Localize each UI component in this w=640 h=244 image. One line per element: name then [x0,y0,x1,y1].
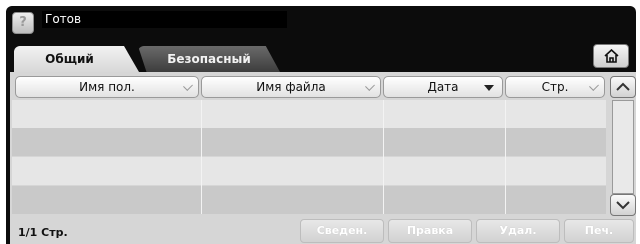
column-header-file-name[interactable]: Имя файла [201,76,381,98]
column-header-pages[interactable]: Стр. [505,76,605,98]
scroll-up-button[interactable] [610,76,636,98]
page-info: 1/1 Стр. [18,226,68,239]
chevron-down-icon [616,201,630,210]
help-button[interactable]: ? [12,12,34,34]
table-row[interactable] [12,186,606,214]
column-header-pages-label: Стр. [541,80,569,94]
tab-secure[interactable]: Безопасный [138,46,280,72]
file-list [12,100,606,214]
column-header-date[interactable]: Дата [383,76,503,98]
check-icon [365,81,375,91]
column-header-user-name[interactable]: Имя пол. [15,76,199,98]
column-divider [201,100,202,214]
tab-general-label: Общий [45,52,94,66]
file-list-area: Имя пол. Имя файла Дата Стр. 1/1 Стр. Св… [10,72,636,244]
chevron-up-icon [616,82,630,91]
table-row[interactable] [12,100,606,128]
check-icon [589,81,599,91]
check-icon [183,81,193,91]
sort-down-icon [484,85,494,91]
bottom-bar: 1/1 Стр. Сведен. Правка Удал. Печ. [10,218,636,244]
table-row[interactable] [12,128,606,156]
scrollbar[interactable] [610,76,636,216]
print-button[interactable]: Печ. [564,219,634,243]
column-divider [505,100,506,214]
column-header-date-label: Дата [427,80,459,94]
table-row[interactable] [12,157,606,185]
details-button[interactable]: Сведен. [300,219,384,243]
delete-button[interactable]: Удал. [476,219,560,243]
tab-general[interactable]: Общий [14,46,139,72]
home-button[interactable] [593,44,629,68]
scroll-track[interactable] [612,100,634,194]
column-header-file-name-label: Имя файла [256,80,326,94]
home-icon [604,49,619,63]
status-text: Готов [42,11,287,28]
scroll-down-button[interactable] [610,194,636,216]
tab-secure-label: Безопасный [167,52,251,66]
edit-button[interactable]: Правка [388,219,472,243]
column-divider [383,100,384,214]
document-box-panel: ? Готов Общий Безопасный Имя пол. Имя фа… [6,6,636,244]
column-header-user-name-label: Имя пол. [79,80,135,94]
